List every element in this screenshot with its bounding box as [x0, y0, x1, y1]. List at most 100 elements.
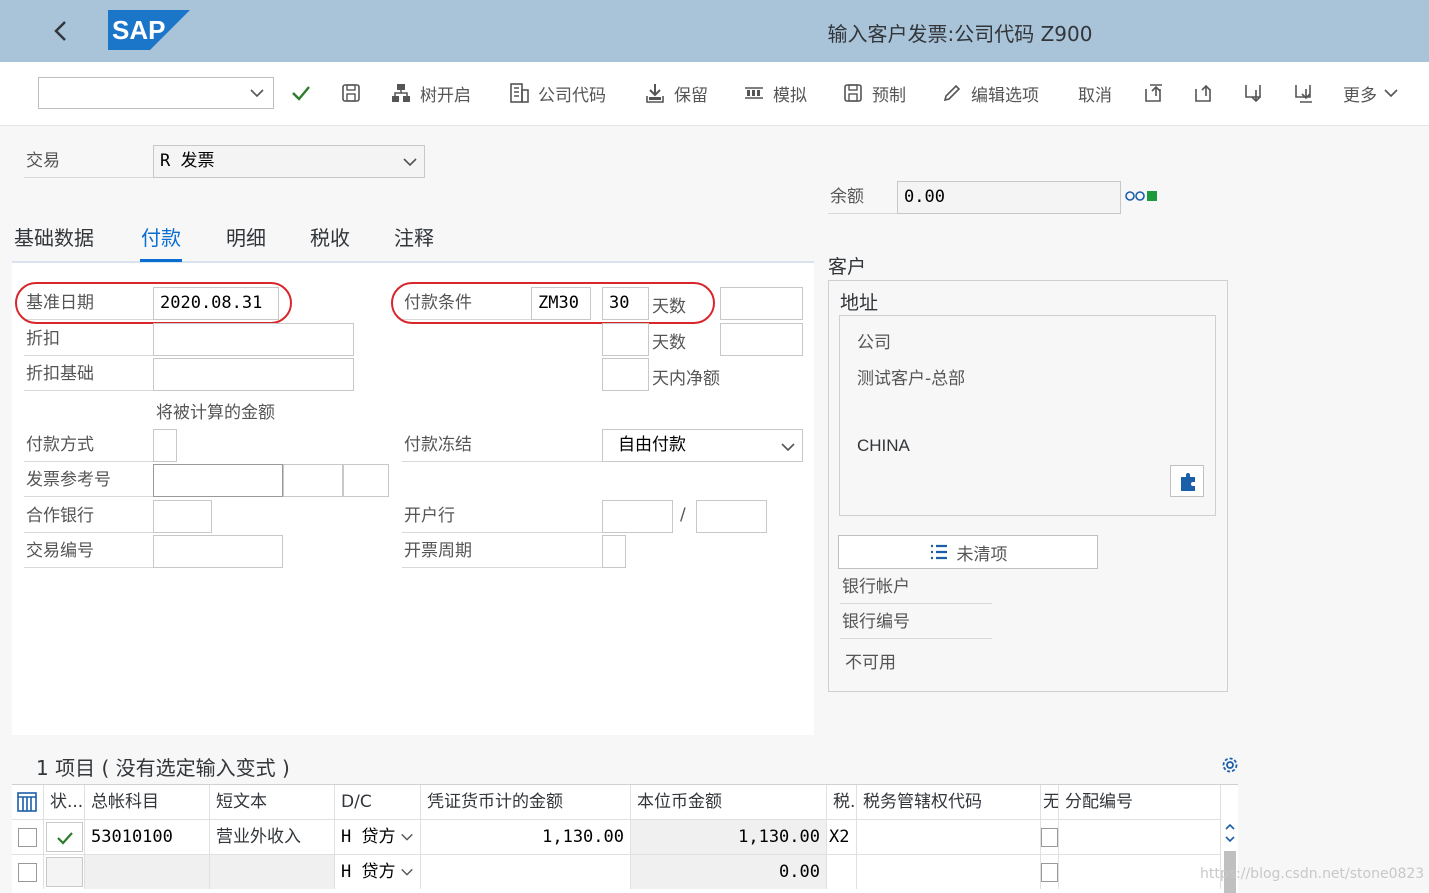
discount-field[interactable] [153, 323, 354, 356]
tab-tax[interactable]: 税收 [310, 218, 350, 262]
bank-number-label: 银行编号 [840, 606, 992, 639]
invoice-ref-item-field[interactable] [343, 464, 389, 497]
items-table: 状... 总帐科目 短文本 D/C 凭证货币计的金额 本位币金额 税. 税务管辖… [12, 784, 1238, 893]
edit-options-button[interactable]: 编辑选项 [941, 77, 1039, 109]
col-no[interactable]: 无 [1041, 785, 1059, 819]
more-label: 更多 [1343, 85, 1377, 106]
save-button[interactable] [340, 77, 362, 109]
more-button[interactable]: 更多 [1343, 77, 1407, 109]
row-no[interactable] [1041, 819, 1059, 854]
tab-notes[interactable]: 注释 [394, 218, 434, 262]
col-status[interactable]: 状... [44, 785, 85, 819]
tab-details[interactable]: 明细 [226, 218, 266, 262]
list-icon [930, 544, 947, 560]
select-all-header[interactable] [12, 785, 44, 819]
col-assignment[interactable]: 分配编号 [1059, 785, 1221, 819]
next-page-button[interactable] [1242, 77, 1264, 109]
tree-on-button[interactable]: 树开启 [390, 77, 471, 109]
col-tax[interactable]: 税. [827, 785, 857, 819]
row-tax-jurisdiction[interactable] [857, 819, 1041, 854]
park-label: 保留 [674, 85, 708, 106]
edit-options-label: 编辑选项 [971, 85, 1039, 106]
tab-basic-data[interactable]: 基础数据 [14, 218, 94, 262]
open-items-button[interactable]: 未清项 [838, 535, 1098, 569]
invoice-ref-field[interactable] [153, 464, 283, 497]
payment-block-select[interactable]: 自由付款 [602, 429, 803, 462]
discount-label: 折扣 [24, 323, 154, 356]
tab-payment[interactable]: 付款 [140, 218, 182, 262]
row-checkbox[interactable] [18, 863, 37, 882]
toolbar: 树开启 公司代码 保留 模拟 预制 编辑选项 取消 更多 [0, 62, 1429, 126]
open-items-label: 未清项 [956, 544, 1008, 565]
row-no[interactable] [1041, 854, 1059, 889]
chevron-down-icon[interactable] [249, 85, 265, 101]
payment-method-field[interactable] [153, 429, 177, 462]
previous-page-button[interactable] [1192, 77, 1214, 109]
simulate-icon [745, 87, 763, 99]
row-dc[interactable]: H 贷方 [335, 854, 421, 889]
row-assignment[interactable] [1059, 819, 1221, 854]
table-row-select[interactable] [12, 854, 44, 889]
company-code-button[interactable]: 公司代码 [508, 77, 606, 109]
address-label: 地址 [840, 292, 879, 314]
simulate-button[interactable]: 模拟 [743, 77, 807, 109]
row-checkbox[interactable] [18, 828, 37, 847]
balance-field: 0.00 [897, 181, 1121, 214]
scroll-arrows-icon[interactable] [1224, 821, 1236, 845]
row-gl-account[interactable] [85, 854, 210, 889]
row-no-checkbox[interactable] [1041, 828, 1058, 847]
row-no-checkbox[interactable] [1041, 863, 1058, 882]
col-local-amount[interactable]: 本位币金额 [631, 785, 827, 819]
park-button[interactable]: 保留 [644, 77, 708, 109]
enter-button[interactable] [290, 77, 312, 109]
first-page-icon [1145, 84, 1162, 102]
partner-bank-field[interactable] [153, 500, 212, 533]
transaction-select[interactable]: R 发票 [153, 145, 425, 178]
percent-field-2[interactable] [720, 323, 803, 356]
simulate-label: 模拟 [773, 85, 807, 106]
row-tax-jurisdiction[interactable] [857, 854, 1041, 889]
table-row-select[interactable] [12, 819, 44, 854]
row-doc-amount[interactable] [421, 854, 631, 889]
row-short-text[interactable]: 营业外收入 [210, 819, 335, 854]
preview-button[interactable]: 预制 [842, 77, 906, 109]
col-doc-amount[interactable]: 凭证货币计的金额 [421, 785, 631, 819]
house-bank-field[interactable] [602, 500, 673, 533]
days-field-2[interactable] [602, 323, 649, 356]
transaction-no-field[interactable] [153, 535, 283, 568]
invoice-ref-year-field[interactable] [283, 464, 343, 497]
col-gl-account[interactable]: 总帐科目 [85, 785, 210, 819]
cancel-button[interactable]: 取消 [1078, 77, 1112, 109]
save-icon [342, 84, 360, 102]
col-short-text[interactable]: 短文本 [210, 785, 335, 819]
highlight-payment-terms [391, 282, 715, 324]
row-doc-amount[interactable]: 1,130.00 [421, 819, 631, 854]
row-short-text[interactable] [210, 854, 335, 889]
account-id-field[interactable] [696, 500, 767, 533]
address-line-1: 公司 [857, 333, 891, 353]
address-country: CHINA [857, 436, 910, 455]
last-page-button[interactable] [1292, 77, 1314, 109]
col-dc[interactable]: D/C [335, 785, 421, 819]
net-days-field[interactable] [602, 358, 649, 391]
back-icon[interactable] [48, 17, 74, 45]
row-tax[interactable]: X2 [827, 819, 857, 854]
row-assignment[interactable] [1059, 854, 1221, 889]
preview-label: 预制 [872, 85, 906, 106]
address-box [839, 315, 1216, 516]
transaction-no-label: 交易编号 [24, 535, 154, 568]
discount-base-label: 折扣基础 [24, 358, 154, 391]
discount-base-field[interactable] [153, 358, 354, 391]
payment-method-label: 付款方式 [24, 429, 154, 462]
row-dc[interactable]: H 贷方 [335, 819, 421, 854]
settings-icon[interactable] [1221, 756, 1239, 774]
command-field[interactable] [38, 77, 274, 109]
row-tax[interactable] [827, 854, 857, 889]
col-tax-jurisdiction[interactable]: 税务管辖权代码 [857, 785, 1041, 819]
first-page-button[interactable] [1142, 77, 1164, 109]
invoicing-period-field[interactable] [602, 535, 626, 568]
row-gl-account[interactable]: 53010100 [85, 819, 210, 854]
percent-field-1[interactable] [720, 287, 803, 320]
row-local-amount: 1,130.00 [631, 819, 827, 854]
edit-address-button[interactable] [1170, 465, 1204, 497]
